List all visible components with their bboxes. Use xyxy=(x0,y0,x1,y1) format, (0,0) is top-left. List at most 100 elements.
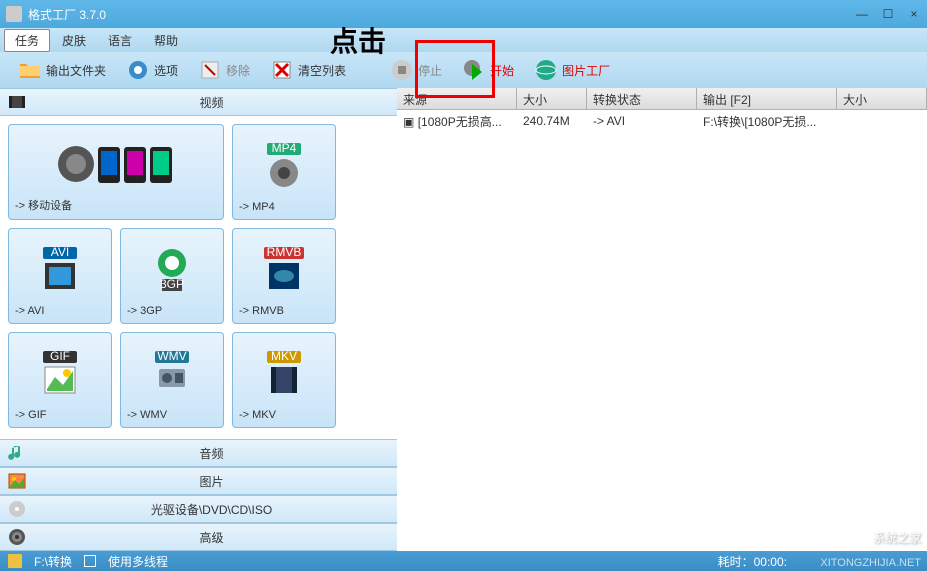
format-mobile-label: -> 移动设备 xyxy=(15,197,72,213)
3gp-icon: 3GP xyxy=(147,235,197,305)
window-title: 格式工厂 3.7.0 xyxy=(28,6,855,23)
category-video-label: 视频 xyxy=(34,94,389,111)
col-size[interactable]: 大小 xyxy=(517,88,587,109)
title-bar: 格式工厂 3.7.0 — ☐ × xyxy=(0,0,927,28)
format-avi[interactable]: AVI -> AVI xyxy=(8,228,112,324)
format-gif[interactable]: GIF -> GIF xyxy=(8,332,112,428)
film-icon xyxy=(8,93,26,111)
category-image[interactable]: 图片 xyxy=(0,467,397,495)
category-disc[interactable]: 光驱设备\DVD\CD\ISO xyxy=(0,495,397,523)
clear-list-button[interactable]: 清空列表 xyxy=(262,56,354,84)
col-status[interactable]: 转换状态 xyxy=(587,88,697,109)
cell-size: 240.74M xyxy=(517,112,587,130)
advanced-icon xyxy=(8,528,26,546)
options-label: 选项 xyxy=(154,62,178,79)
format-gif-label: -> GIF xyxy=(15,409,46,421)
list-row[interactable]: ▣ [1080P无损高... 240.74M -> AVI F:\转换\[108… xyxy=(397,110,927,132)
mkv-icon: MKV xyxy=(259,339,309,409)
statusbar-folder-icon[interactable] xyxy=(8,554,22,568)
col-source[interactable]: 来源 xyxy=(397,88,517,109)
maximize-button[interactable]: ☐ xyxy=(881,7,895,21)
col-output[interactable]: 输出 [F2] xyxy=(697,88,837,109)
svg-text:MKV: MKV xyxy=(271,349,297,363)
format-mp4-label: -> MP4 xyxy=(239,201,275,213)
mp4-icon: MP4 xyxy=(259,131,309,201)
multithread-label: 使用多线程 xyxy=(108,553,168,570)
format-3gp[interactable]: 3GP -> 3GP xyxy=(120,228,224,324)
stop-label: 停止 xyxy=(418,62,442,79)
format-mkv[interactable]: MKV -> MKV xyxy=(232,332,336,428)
file-icon: ▣ xyxy=(403,115,414,129)
format-mp4[interactable]: MP4 -> MP4 xyxy=(232,124,336,220)
category-audio-label: 音频 xyxy=(34,445,389,462)
options-button[interactable]: 选项 xyxy=(118,56,186,84)
main-area: 视频 -> 移动设备 MP4 -> MP4 xyxy=(0,88,927,551)
image-factory-label: 图片工厂 xyxy=(562,62,610,79)
avi-icon: AVI xyxy=(35,235,85,305)
cell-source: ▣ [1080P无损高... xyxy=(397,111,517,132)
disc-icon xyxy=(8,500,26,518)
category-audio[interactable]: 音频 xyxy=(0,439,397,467)
toolbar: 输出文件夹 选项 移除 清空列表 停止 开始 图片工厂 xyxy=(0,52,927,88)
format-mkv-label: -> MKV xyxy=(239,409,276,421)
svg-text:3GP: 3GP xyxy=(160,277,184,291)
svg-text:RMVB: RMVB xyxy=(267,245,302,259)
close-button[interactable]: × xyxy=(907,7,921,21)
clear-icon xyxy=(270,58,294,82)
format-avi-label: -> AVI xyxy=(15,305,44,317)
elapsed-time: 耗时：00:00: xyxy=(718,553,787,570)
remove-label: 移除 xyxy=(226,62,250,79)
format-mobile[interactable]: -> 移动设备 xyxy=(8,124,224,220)
start-label: 开始 xyxy=(490,62,514,79)
cell-size2 xyxy=(837,119,927,123)
cell-output: F:\转换\[1080P无损... xyxy=(697,111,837,132)
app-icon xyxy=(6,6,22,22)
category-advanced-label: 高级 xyxy=(34,529,389,546)
format-wmv[interactable]: WMV -> WMV xyxy=(120,332,224,428)
stop-icon xyxy=(390,58,414,82)
category-video[interactable]: 视频 xyxy=(0,88,397,116)
output-folder-label: 输出文件夹 xyxy=(46,62,106,79)
svg-text:MP4: MP4 xyxy=(272,141,297,155)
wmv-icon: WMV xyxy=(147,339,197,409)
col-size2[interactable]: 大小 xyxy=(837,88,927,109)
play-icon xyxy=(462,58,486,82)
status-bar: F:\转换 使用多线程 耗时：00:00: xyxy=(0,551,927,571)
menu-help[interactable]: 帮助 xyxy=(144,30,188,51)
music-note-icon xyxy=(8,444,26,462)
remove-icon xyxy=(198,58,222,82)
stop-button[interactable]: 停止 xyxy=(382,56,450,84)
multithread-checkbox[interactable] xyxy=(84,555,96,567)
category-advanced[interactable]: 高级 xyxy=(0,523,397,551)
menu-language[interactable]: 语言 xyxy=(98,30,142,51)
format-rmvb[interactable]: RMVB -> RMVB xyxy=(232,228,336,324)
list-body[interactable]: ▣ [1080P无损高... 240.74M -> AVI F:\转换\[108… xyxy=(397,110,927,551)
image-factory-button[interactable]: 图片工厂 xyxy=(526,56,618,84)
minimize-button[interactable]: — xyxy=(855,7,869,21)
category-disc-label: 光驱设备\DVD\CD\ISO xyxy=(34,501,389,518)
output-folder-button[interactable]: 输出文件夹 xyxy=(10,56,114,84)
file-list-panel: 来源 大小 转换状态 输出 [F2] 大小 ▣ [1080P无损高... 240… xyxy=(397,88,927,551)
rmvb-icon: RMVB xyxy=(259,235,309,305)
statusbar-output-path[interactable]: F:\转换 xyxy=(34,553,72,570)
clear-list-label: 清空列表 xyxy=(298,62,346,79)
format-rmvb-label: -> RMVB xyxy=(239,305,284,317)
svg-text:WMV: WMV xyxy=(157,349,186,363)
gif-icon: GIF xyxy=(35,339,85,409)
folder-icon xyxy=(18,58,42,82)
svg-text:GIF: GIF xyxy=(50,349,70,363)
remove-button[interactable]: 移除 xyxy=(190,56,258,84)
picture-icon xyxy=(8,472,26,490)
list-header: 来源 大小 转换状态 输出 [F2] 大小 xyxy=(397,88,927,110)
start-button[interactable]: 开始 xyxy=(454,56,522,84)
menu-skin[interactable]: 皮肤 xyxy=(52,30,96,51)
gear-icon xyxy=(126,58,150,82)
category-image-label: 图片 xyxy=(34,473,389,490)
svg-text:AVI: AVI xyxy=(51,245,69,259)
menu-task[interactable]: 任务 xyxy=(4,29,50,52)
sidebar: 视频 -> 移动设备 MP4 -> MP4 xyxy=(0,88,397,551)
format-3gp-label: -> 3GP xyxy=(127,305,162,317)
globe-icon xyxy=(534,58,558,82)
format-wmv-label: -> WMV xyxy=(127,409,167,421)
video-format-grid: -> 移动设备 MP4 -> MP4 AVI -> AVI xyxy=(0,116,397,439)
